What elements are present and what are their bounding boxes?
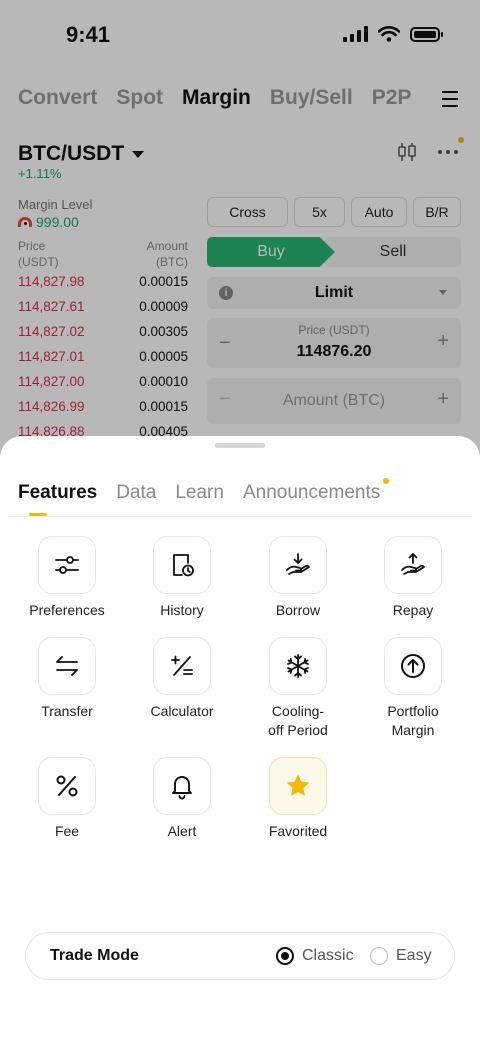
percent-icon (56, 775, 78, 797)
tab-learn[interactable]: Learn (175, 482, 224, 504)
bell-icon (172, 776, 192, 800)
feature-favorited[interactable]: Favorited (240, 757, 356, 841)
feature-label: Portfolio Margin (355, 702, 471, 740)
feature-label: Favorited (268, 823, 328, 839)
radio-unchecked-icon (370, 947, 388, 965)
sliders-icon (55, 556, 79, 574)
history-icon (173, 554, 194, 577)
radio-easy-label: Easy (396, 947, 432, 964)
feature-calculator[interactable]: Calculator (124, 637, 240, 721)
feature-label-line2: off Period (268, 722, 328, 738)
feature-alert[interactable]: Alert (124, 757, 240, 841)
feature-preferences[interactable]: Preferences (9, 536, 125, 620)
tab-announcements[interactable]: Announcements (243, 482, 380, 504)
feature-history[interactable]: History (124, 536, 240, 620)
sheet-drag-handle[interactable] (215, 443, 265, 448)
feature-transfer[interactable]: Transfer (9, 637, 125, 721)
trade-mode-selector: Trade Mode Classic Easy (25, 932, 455, 980)
calculator-icon (171, 655, 193, 676)
announcements-badge (383, 478, 389, 484)
feature-label-line1: Portfolio (387, 703, 439, 719)
feature-label: Preferences (29, 602, 105, 618)
feature-label: Fee (54, 823, 80, 839)
feature-label: Repay (392, 602, 434, 618)
portfolio-icon (401, 654, 425, 678)
features-bottom-sheet: Features Data Learn Announcements Prefer… (0, 436, 480, 1040)
feature-label: Borrow (275, 602, 321, 618)
snowflake-icon (287, 654, 309, 678)
tab-data[interactable]: Data (116, 482, 156, 504)
borrow-icon (286, 553, 310, 575)
radio-easy[interactable]: Easy (370, 947, 432, 965)
feature-repay[interactable]: Repay (355, 536, 471, 620)
feature-borrow[interactable]: Borrow (240, 536, 356, 620)
feature-label: History (160, 602, 204, 618)
feature-fee[interactable]: Fee (9, 757, 125, 841)
feature-label: Alert (167, 823, 197, 839)
radio-checked-icon (276, 947, 294, 965)
sheet-tabs: Features Data Learn Announcements (18, 482, 380, 504)
feature-label-line1: Cooling- (271, 703, 325, 719)
feature-label: Transfer (41, 703, 93, 719)
repay-icon (401, 553, 425, 575)
tab-features[interactable]: Features (18, 482, 97, 504)
radio-classic-label: Classic (302, 947, 354, 964)
star-icon (286, 774, 310, 796)
feature-portfolio-margin[interactable]: Portfolio Margin (355, 637, 471, 740)
divider (8, 516, 472, 517)
feature-label-line2: Margin (391, 722, 435, 738)
feature-label: Calculator (150, 703, 214, 719)
transfer-icon (56, 656, 78, 676)
feature-cooling-off-period[interactable]: Cooling- off Period (240, 637, 356, 740)
feature-label: Cooling- off Period (240, 702, 356, 740)
trade-mode-label: Trade Mode (50, 947, 139, 964)
radio-classic[interactable]: Classic (276, 947, 354, 965)
